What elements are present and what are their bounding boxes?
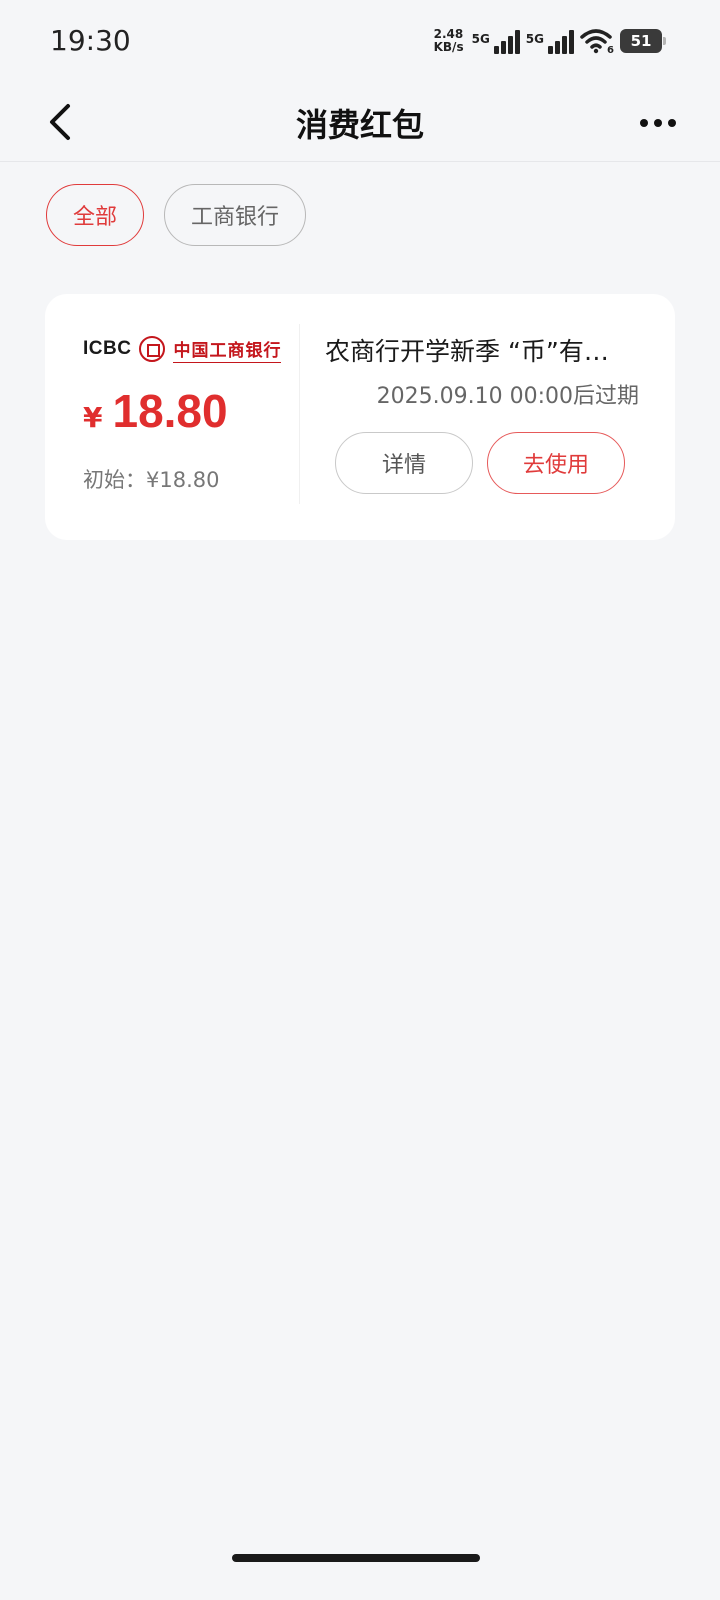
more-dots-icon: [640, 119, 648, 127]
home-indicator[interactable]: [232, 1554, 480, 1562]
coupon-card-right: 农商行开学新季 “币”有… 2025.09.10 00:00后过期 详情 去使用: [301, 294, 675, 540]
status-icons: 2.48 KB/s 5G 5G 6 51: [434, 26, 666, 56]
coupon-card-left: ICBC 中国工商银行 ¥ 18.80 初始：¥18.80: [45, 294, 301, 540]
amount-value: 18.80: [112, 385, 228, 437]
filter-chip-icbc[interactable]: 工商银行: [164, 184, 306, 246]
status-time: 19:30: [50, 24, 131, 57]
network-speed: 2.48 KB/s: [434, 28, 464, 54]
coupon-card: ICBC 中国工商银行 ¥ 18.80 初始：¥18.80 农商行开学新季 “币…: [45, 294, 675, 540]
page-title: 消费红包: [295, 106, 424, 144]
more-dots-icon-dot: [654, 119, 662, 127]
network-speed-unit: KB/s: [433, 40, 464, 54]
icbc-logo-en: ICBC: [83, 338, 132, 359]
wifi-label: 6: [607, 45, 614, 54]
more-button[interactable]: [636, 106, 680, 140]
battery-level: 51: [630, 32, 652, 50]
coupon-title: 农商行开学新季 “币”有…: [325, 337, 609, 366]
status-bar: 19:30 2.48 KB/s 5G 5G 6 51: [0, 0, 720, 84]
initial-amount: 初始：¥18.80: [83, 468, 220, 492]
detail-button[interactable]: 详情: [335, 432, 473, 494]
more-dots-icon-dot: [668, 119, 676, 127]
icbc-seal-icon: [139, 336, 166, 362]
signal-label: 5G: [471, 32, 490, 46]
wifi-icon: 6: [580, 28, 614, 56]
card-divider: [299, 324, 300, 504]
icbc-logo-cn: 中国工商银行: [173, 336, 282, 363]
use-button[interactable]: 去使用: [487, 432, 625, 494]
page: 19:30 2.48 KB/s 5G 5G 6 51 消费红包 全部 工商银行 …: [0, 0, 720, 1600]
currency-symbol: ¥: [83, 401, 103, 434]
signal-label: 5G: [525, 32, 544, 46]
battery-icon: 51: [620, 29, 666, 53]
filter-chips: 全部 工商银行: [46, 184, 306, 246]
filter-chip-all[interactable]: 全部: [46, 184, 144, 246]
signal-icon: 5G: [472, 28, 520, 54]
nav-bar: 消费红包: [0, 84, 720, 162]
expiry-text: 2025.09.10 00:00后过期: [376, 384, 639, 409]
coupon-amount: ¥ 18.80: [83, 384, 228, 438]
signal-icon: 5G: [526, 28, 574, 54]
icbc-logo: ICBC 中国工商银行: [83, 334, 282, 364]
